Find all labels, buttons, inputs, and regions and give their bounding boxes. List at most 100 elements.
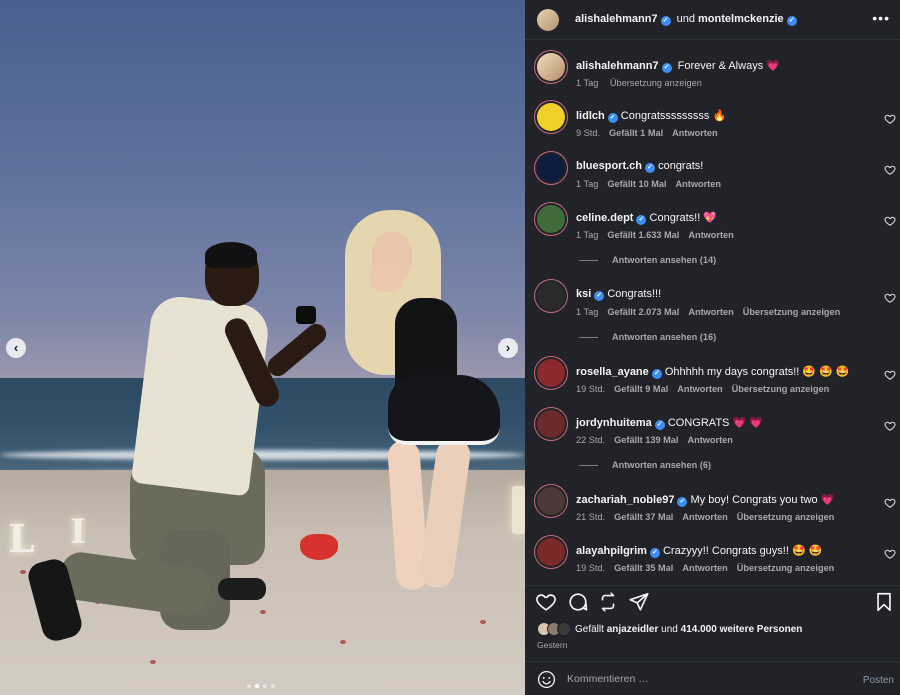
comment-line: celine.dept ✓ Congrats!! 💖 — [576, 211, 717, 225]
comment-meta: 1 Tag Gefällt 1.633 Mal Antworten — [576, 230, 743, 240]
post-button[interactable]: Posten — [863, 675, 894, 686]
post-header: alishalehmann7 ✓ und montelmckenzie ✓ ••• — [525, 0, 900, 40]
comment-meta: 21 Std. Gefällt 37 Mal Antworten Übersetzun… — [576, 512, 843, 522]
reply-button[interactable]: Antworten — [688, 307, 733, 317]
avatar[interactable] — [537, 538, 565, 566]
avatar[interactable] — [537, 154, 565, 182]
comment-likes[interactable]: Gefällt 9 Mal — [614, 384, 668, 394]
comment-likes[interactable]: Gefällt 139 Mal — [614, 435, 678, 445]
comment-time: 1 Tag — [576, 307, 599, 317]
comment-time: 19 Std. — [576, 384, 606, 394]
ring-box — [296, 306, 316, 324]
lantern — [512, 486, 525, 534]
post-date: Gestern — [537, 640, 568, 650]
comment-likes[interactable]: Gefällt 10 Mal — [607, 179, 666, 189]
avatar — [557, 622, 571, 636]
comment-line: alayahpilgrim ✓ Crazyyy!! Congrats guys!!… — [576, 544, 822, 558]
verified-icon: ✓ — [594, 291, 605, 301]
previous-slide-button[interactable]: ‹ — [6, 338, 26, 358]
reply-button[interactable]: Antworten — [687, 435, 732, 445]
carousel-dot — [271, 684, 275, 688]
avatar[interactable] — [537, 205, 565, 233]
comment-time: 21 Std. — [576, 512, 606, 522]
comment-time: 19 Std. — [576, 563, 606, 573]
avatar[interactable] — [537, 9, 559, 31]
comment-username[interactable]: alayahpilgrim — [576, 545, 647, 557]
avatar[interactable] — [537, 282, 565, 310]
reply-button[interactable]: Antworten — [676, 179, 721, 189]
more-horizontal-icon[interactable]: ••• — [872, 10, 890, 26]
comment-username[interactable]: zachariah_noble97 — [576, 494, 674, 506]
comment-icon[interactable] — [567, 591, 589, 613]
avatar[interactable] — [537, 487, 565, 515]
view-replies-button[interactable]: Antworten ansehen (14) — [579, 255, 716, 265]
author-connector: und — [676, 13, 695, 25]
heart-icon[interactable] — [884, 548, 896, 560]
verified-icon: ✓ — [677, 497, 688, 507]
translate-link[interactable]: Übersetzung anzeigen — [737, 512, 835, 522]
verified-icon: ✓ — [661, 63, 672, 73]
heart-icon[interactable] — [884, 497, 896, 509]
view-replies-button[interactable]: Antworten ansehen (16) — [579, 332, 716, 342]
comment-text: My boy! Congrats you two — [690, 494, 818, 506]
post-photo[interactable]: L I E ‹ › — [0, 0, 525, 695]
comment-text: Congratsssssssss — [620, 110, 710, 122]
heart-icon[interactable] — [884, 113, 896, 125]
comment-username[interactable]: rosella_ayane — [576, 366, 649, 378]
comment-likes[interactable]: Gefällt 35 Mal — [614, 563, 673, 573]
translate-link[interactable]: Übersetzung anzeigen — [737, 563, 835, 573]
comment-line: ksi ✓ Congrats!!! — [576, 288, 661, 301]
heart-icon[interactable] — [884, 369, 896, 381]
avatar[interactable] — [537, 359, 565, 387]
comment-username[interactable]: alishalehmann7 — [576, 60, 659, 72]
repost-icon[interactable] — [597, 591, 619, 613]
avatar[interactable] — [537, 410, 565, 438]
author-username[interactable]: montelmckenzie — [698, 13, 784, 25]
heart-icon[interactable] — [884, 215, 896, 227]
comment-likes[interactable]: Gefällt 1.633 Mal — [607, 230, 679, 240]
comment-meta: 19 Std. Gefällt 35 Mal Antworten Übersetzun… — [576, 563, 843, 573]
heart-icon[interactable] — [884, 164, 896, 176]
comment-username[interactable]: celine.dept — [576, 212, 633, 224]
comment-meta: 22 Std. Gefällt 139 Mal Antworten — [576, 435, 742, 445]
share-icon[interactable] — [628, 591, 650, 613]
comment-likes[interactable]: Gefällt 37 Mal — [614, 512, 673, 522]
comment-username[interactable]: ksi — [576, 288, 591, 300]
translate-link[interactable]: Übersetzung anzeigen — [732, 384, 830, 394]
translate-link[interactable]: Übersetzung anzeigen — [743, 307, 841, 317]
view-replies-button[interactable]: Antworten ansehen (6) — [579, 460, 711, 470]
comment-emoji: 💗 💗 — [732, 417, 763, 429]
carousel-dots — [247, 684, 275, 688]
man-vest — [130, 293, 272, 497]
comment-line: zachariah_noble97 ✓ My boy! Congrats you … — [576, 493, 834, 507]
caption-line: alishalehmann7 ✓ Forever & Always 💗 — [576, 59, 780, 73]
heart-icon[interactable] — [535, 591, 557, 613]
reply-button[interactable]: Antworten — [688, 230, 733, 240]
bookmark-icon[interactable] — [873, 591, 895, 613]
reply-button[interactable]: Antworten — [682, 563, 727, 573]
comment-line: bluesport.ch ✓ congrats! — [576, 160, 703, 173]
comment-username[interactable]: bluesport.ch — [576, 160, 642, 172]
likes-count[interactable]: 414.000 weitere Personen — [681, 624, 803, 635]
emoji-icon[interactable] — [537, 670, 556, 689]
next-slide-button[interactable]: › — [498, 338, 518, 358]
woman-skirt — [388, 375, 500, 445]
translate-link[interactable]: Übersetzung anzeigen — [610, 78, 702, 88]
likes-prefix: Gefällt — [575, 623, 604, 635]
comment-username[interactable]: lidlch — [576, 110, 605, 122]
reply-button[interactable]: Antworten — [672, 128, 717, 138]
comment-emoji: 💗 — [820, 494, 835, 506]
heart-icon[interactable] — [884, 420, 896, 432]
comment-input[interactable] — [567, 671, 837, 687]
comment-composer: Posten — [525, 661, 900, 695]
avatar[interactable] — [537, 53, 565, 81]
comment-likes[interactable]: Gefällt 1 Mal — [609, 128, 663, 138]
liker-username[interactable]: anjazeidler — [607, 624, 659, 635]
author-username[interactable]: alishalehmann7 — [575, 13, 658, 25]
reply-button[interactable]: Antworten — [677, 384, 722, 394]
comment-likes[interactable]: Gefällt 2.073 Mal — [607, 307, 679, 317]
avatar[interactable] — [537, 103, 565, 131]
reply-button[interactable]: Antworten — [682, 512, 727, 522]
comment-username[interactable]: jordynhuitema — [576, 417, 652, 429]
heart-icon[interactable] — [884, 292, 896, 304]
